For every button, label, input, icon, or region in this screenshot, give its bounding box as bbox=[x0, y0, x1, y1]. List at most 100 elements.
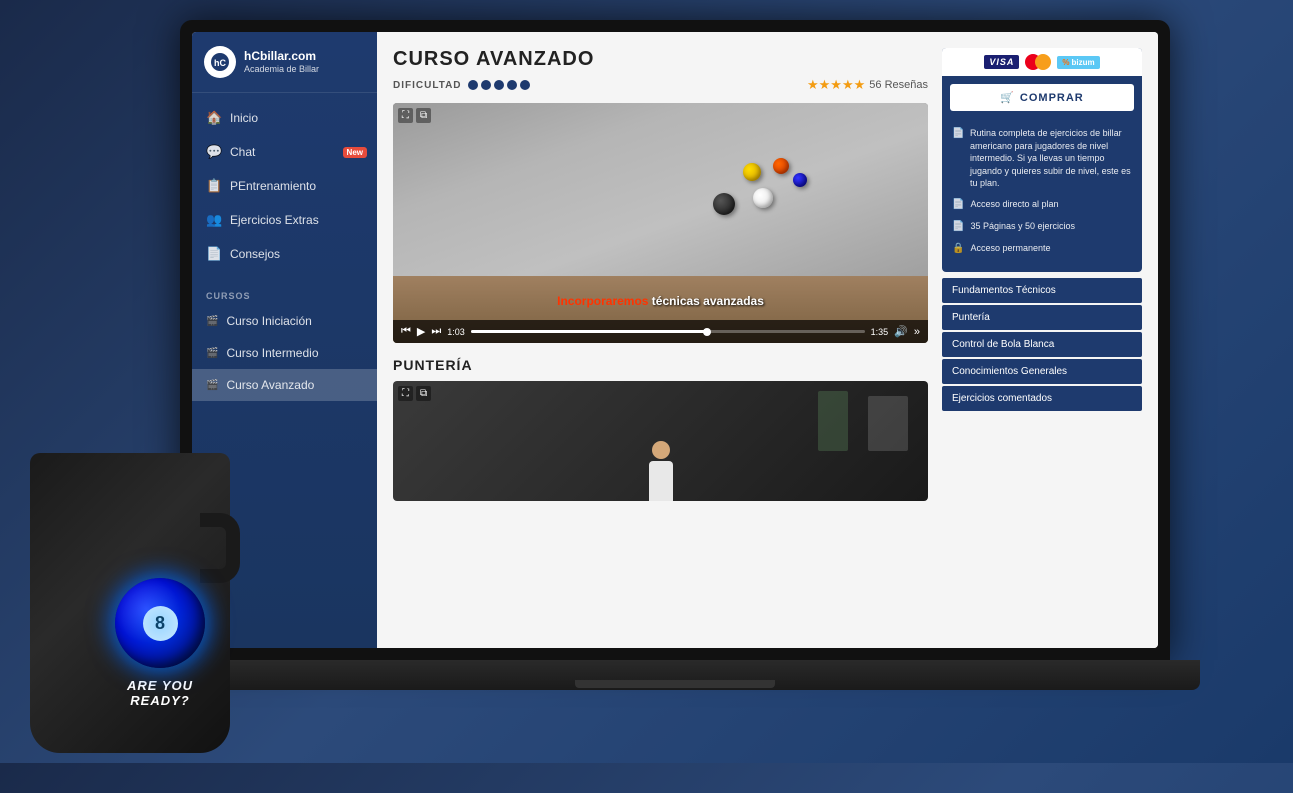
sidebar-item-intermedio[interactable]: 🎬 Curso Intermedio bbox=[192, 337, 377, 369]
buy-button[interactable]: 🛒 COMPRAR bbox=[950, 84, 1134, 111]
course-title: CURSO AVANZADO bbox=[393, 48, 928, 71]
sidebar-item-iniciacion[interactable]: 🎬 Curso Iniciación bbox=[192, 305, 377, 337]
screen: hC hCbillar.com Academia de Billar 🏠 Ini… bbox=[192, 32, 1158, 648]
home-icon: 🏠 bbox=[206, 110, 222, 126]
courses-section-title: CURSOS bbox=[192, 279, 377, 305]
dot-4 bbox=[507, 80, 517, 90]
training-icon: 📋 bbox=[206, 178, 222, 194]
ball-black bbox=[713, 193, 735, 215]
course-meta: DIFICULTAD ★★★★★ 56 Reseñas bbox=[393, 77, 928, 93]
progress-fill bbox=[471, 330, 707, 333]
content-right: VISA % bizum 🛒 bbox=[942, 48, 1142, 632]
mug-text-line1: Are you Ready? bbox=[127, 678, 193, 708]
dot-1 bbox=[468, 80, 478, 90]
rating-section: ★★★★★ 56 Reseñas bbox=[807, 77, 928, 93]
difficulty-label: DIFICULTAD bbox=[393, 80, 462, 91]
feature-pages: 📄 35 Páginas y 50 ejercicios bbox=[952, 220, 1132, 234]
visa-logo: VISA bbox=[984, 55, 1019, 69]
module-punteria[interactable]: Puntería bbox=[942, 305, 1142, 330]
instructor-figure bbox=[649, 441, 673, 501]
doc-icon-3: 📄 bbox=[952, 220, 964, 234]
main-content: CURSO AVANZADO DIFICULTAD bbox=[377, 32, 1158, 648]
laptop-frame: hC hCbillar.com Academia de Billar 🏠 Ini… bbox=[150, 20, 1200, 720]
mc-circle-orange bbox=[1035, 54, 1051, 70]
forward-button[interactable]: ⏭ bbox=[431, 325, 441, 338]
laptop-base bbox=[150, 660, 1200, 690]
chat-badge: New bbox=[343, 147, 367, 158]
modules-list: Fundamentos Técnicos Puntería Control de… bbox=[942, 278, 1142, 411]
main-video-player[interactable]: Incorporaremos técnicas avanzadas ⛶ ⧉ ⏮ bbox=[393, 103, 928, 343]
ball-glow bbox=[105, 568, 215, 678]
sidebar-item-inicio[interactable]: 🏠 Inicio bbox=[192, 101, 377, 135]
ball-blue bbox=[793, 173, 807, 187]
second-fullscreen-icon[interactable]: ⛶ bbox=[398, 386, 413, 401]
more-options[interactable]: » bbox=[914, 326, 920, 338]
module-bola-blanca[interactable]: Control de Bola Blanca bbox=[942, 332, 1142, 357]
extras-icon: 👥 bbox=[206, 212, 222, 228]
video-icon-2: 🎬 bbox=[206, 348, 218, 359]
screen-bezel: hC hCbillar.com Academia de Billar 🏠 Ini… bbox=[180, 20, 1170, 660]
sidebar-item-chat[interactable]: 💬 Chat New bbox=[192, 135, 377, 169]
sidebar-logo: hC hCbillar.com Academia de Billar bbox=[192, 32, 377, 93]
background-plant bbox=[818, 391, 848, 451]
chat-icon: 💬 bbox=[206, 144, 222, 160]
mug-container: 8 Are you Ready? bbox=[0, 373, 280, 753]
difficulty-dots bbox=[468, 80, 530, 90]
mug-content: 8 Are you Ready? bbox=[60, 493, 260, 793]
ball-red bbox=[773, 158, 789, 174]
mastercard-logo bbox=[1025, 54, 1051, 70]
video-icon-1: 🎬 bbox=[206, 316, 218, 327]
background-frame bbox=[868, 396, 908, 451]
video-top-icons: ⛶ ⧉ bbox=[398, 108, 431, 123]
module-ejercicios[interactable]: Ejercicios comentados bbox=[942, 386, 1142, 411]
difficulty-section: DIFICULTAD bbox=[393, 80, 530, 91]
sidebar-item-pentrenamiento[interactable]: 📋 PEntrenamiento bbox=[192, 169, 377, 203]
time-current: 1:03 bbox=[447, 327, 465, 337]
sidebar-item-consejos[interactable]: 📄 Consejos bbox=[192, 237, 377, 271]
logo-icon: hC bbox=[204, 46, 236, 78]
sidebar-item-ejercicios[interactable]: 👥 Ejercicios Extras bbox=[192, 203, 377, 237]
subtitle-white-text: técnicas avanzadas bbox=[648, 294, 763, 308]
progress-dot bbox=[703, 328, 711, 336]
instructor-body bbox=[649, 461, 673, 501]
doc-icon-2: 📄 bbox=[952, 198, 964, 212]
tips-icon: 📄 bbox=[206, 246, 222, 262]
svg-text:hC: hC bbox=[214, 58, 226, 68]
cart-icon: 🛒 bbox=[1000, 91, 1015, 104]
ball-white bbox=[753, 188, 773, 208]
pip-icon[interactable]: ⧉ bbox=[416, 108, 431, 123]
video-subtitle: Incorporaremos técnicas avanzadas bbox=[557, 294, 764, 308]
module-conocimientos[interactable]: Conocimientos Generales bbox=[942, 359, 1142, 384]
video-content: Incorporaremos técnicas avanzadas ⛶ ⧉ bbox=[393, 103, 928, 343]
doc-icon-1: 📄 bbox=[952, 127, 964, 141]
time-total: 1:35 bbox=[871, 327, 889, 337]
module-fundamentos[interactable]: Fundamentos Técnicos bbox=[942, 278, 1142, 303]
bizum-logo: % bizum bbox=[1057, 56, 1099, 69]
ball-yellow bbox=[743, 163, 761, 181]
payment-logos: VISA % bizum bbox=[942, 48, 1142, 76]
logo-text: hCbillar.com Academia de Billar bbox=[244, 49, 319, 74]
table-surface bbox=[393, 103, 928, 276]
progress-bar[interactable] bbox=[471, 330, 865, 333]
dot-2 bbox=[481, 80, 491, 90]
second-pip-icon[interactable]: ⧉ bbox=[416, 386, 431, 401]
feature-access: 📄 Acceso directo al plan bbox=[952, 198, 1132, 212]
star-rating: ★★★★★ bbox=[807, 77, 865, 93]
rewind-button[interactable]: ⏮ bbox=[401, 325, 411, 338]
subtitle-red-text: Incorporaremos bbox=[557, 294, 648, 308]
fullscreen-icon[interactable]: ⛶ bbox=[398, 108, 413, 123]
right-panel: VISA % bizum 🛒 bbox=[942, 48, 1142, 272]
volume-icon[interactable]: 🔊 bbox=[894, 325, 908, 338]
section-punteria-title: PUNTERÍA bbox=[393, 357, 928, 373]
feature-description: 📄 Rutina completa de ejercicios de billa… bbox=[952, 127, 1132, 190]
dot-5 bbox=[520, 80, 530, 90]
features-list: 📄 Rutina completa de ejercicios de billa… bbox=[942, 119, 1142, 272]
video-controls: ⏮ ▶ ⏭ 1:03 1:35 🔊 » bbox=[393, 320, 928, 343]
play-button[interactable]: ▶ bbox=[417, 325, 425, 338]
dot-3 bbox=[494, 80, 504, 90]
content-left: CURSO AVANZADO DIFICULTAD bbox=[393, 48, 928, 632]
second-video-icons: ⛶ ⧉ bbox=[398, 386, 431, 401]
mug-body: 8 Are you Ready? bbox=[30, 453, 230, 753]
instructor-head bbox=[652, 441, 670, 459]
second-video-player[interactable]: ⛶ ⧉ bbox=[393, 381, 928, 501]
